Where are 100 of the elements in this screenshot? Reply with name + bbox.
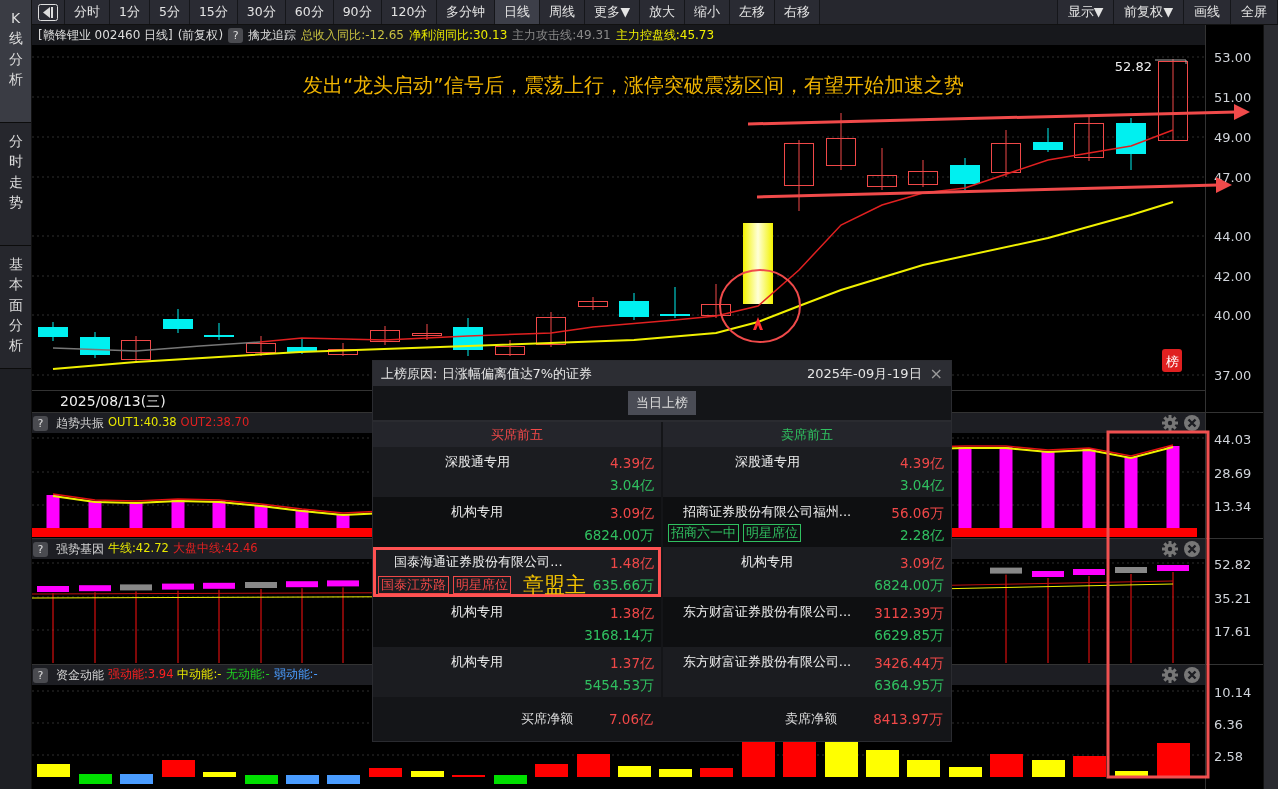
buy-amount: 3.09亿 [898,554,944,573]
toolbar-button[interactable]: 90分 [333,0,382,24]
help-icon[interactable]: ? [33,667,48,683]
sell-amount: 5454.53万 [583,676,654,695]
sell-amount: 6824.00万 [583,526,654,545]
toolbar-button[interactable]: 30分 [237,0,286,24]
toolbar-button[interactable]: 左移 [730,0,775,24]
buy-amount: 3112.39万 [873,604,944,623]
axis-label: 51.00 [1214,90,1252,105]
axis-label: 42.00 [1214,269,1252,284]
indicator-value: 主力攻击线:49.31 [512,27,611,44]
seat-name: 深股通专用 [443,453,511,471]
seat-tag: 国泰江苏路 [378,575,449,594]
toolbar-button[interactable]: 15分 [189,0,238,24]
axis-label: 35.21 [1214,591,1252,606]
total-amount: 8413.97万 [873,709,943,729]
toolbar-button[interactable]: 1分 [110,0,150,24]
buy-amount: 4.39亿 [898,454,944,473]
buy-amount: 56.06万 [890,504,944,523]
indicator-value: 总收入同比:-12.65 [301,27,404,44]
seat-name: 东方财富证券股份有限公司... [681,653,853,671]
sell-amount: 6364.95万 [873,676,944,695]
axis-label: 28.69 [1214,466,1252,481]
buy-amount: 1.48亿 [608,554,654,573]
buy-amount: 1.37亿 [608,654,654,673]
indicator-value: OUT2:38.70 [180,414,250,432]
indicator-value: 弱动能:- [273,666,318,684]
seat-tag: 明星席位 [453,575,511,594]
indicator-value: 强动能:3.94 [108,666,174,684]
seat-name: 东方财富证券股份有限公司... [681,603,853,621]
sell-amount: 3.04亿 [898,476,944,495]
indicator-value: 主力控盘线:45.73 [615,27,715,44]
buy-amount: 4.39亿 [608,454,654,473]
seat-name: 机构专用 [740,553,794,571]
help-icon[interactable]: ? [228,27,244,43]
toolbar-button[interactable]: 分时 [65,0,110,24]
seat-name: 招商证券股份有限公司福州... [681,503,853,521]
annotation-text: 发出“龙头启动”信号后，震荡上行，涨停突破震荡区间，有望开始加速之势 [303,72,964,99]
axis-label: 40.00 [1214,308,1252,323]
axis-label: 53.00 [1214,50,1252,65]
toolbar-button[interactable]: 右移 [775,0,820,24]
date-label: 2025/08/13(三) [60,392,166,411]
sell-amount: 6824.00万 [873,576,944,595]
seat-tag: 招商六一中 [668,523,739,542]
total-label: 卖席净额 [785,710,838,729]
indicator-title: 资金动能 [56,667,104,684]
indicator-title: 趋势共振 [56,415,104,432]
buy-amount: 3426.44万 [873,654,944,673]
seat-tag: 明星席位 [743,523,801,542]
toolbar-button[interactable]: 日线 [495,0,541,24]
toolbar-button[interactable]: 全屏 [1231,0,1278,24]
toolbar-button[interactable]: 多分钟 [437,0,496,24]
adjust-label: (前复权) [177,27,224,44]
indicator-title: 强势基因 [56,541,104,558]
seat-name: 国泰海通证券股份有限公司... [393,553,564,571]
buy-amount: 3.09亿 [608,504,654,523]
axis-label: 37.00 [1214,368,1252,383]
axis-label: 2.58 [1214,749,1243,764]
indicator-value: 无动能:- [225,666,270,684]
note-text: 章盟主 [523,573,586,596]
indicator-value: OUT1:40.38 [108,414,177,432]
sell-amount: 635.66万 [591,576,654,595]
dialog-title: 上榜原因: 日涨幅偏离值达7%的证券 [381,364,593,383]
total-label: 买席净额 [520,710,573,729]
indicator-value: 牛线:42.72 [108,540,169,558]
toolbar-button[interactable]: 画线 [1184,0,1231,24]
sell-amount: 6629.85万 [873,626,944,645]
indicator-value: 中动能:- [177,666,222,684]
price-label: 52.82 [1114,59,1152,74]
seat-name: 机构专用 [450,653,504,671]
toolbar-button[interactable]: 显示▼ [1057,0,1115,24]
toolbar-button[interactable]: 缩小 [685,0,730,24]
sell-amount: 3168.14万 [583,626,654,645]
help-icon[interactable]: ? [33,415,48,431]
sidebar-tab[interactable]: K线分析 [0,0,31,123]
axis-label: 44.00 [1214,229,1252,244]
toolbar-button[interactable]: 周线 [540,0,586,24]
indicator-value: 大盘中线:42.46 [172,540,258,558]
toolbar-button[interactable]: 120分 [381,0,438,24]
toolbar-button[interactable]: 前复权▼ [1114,0,1184,24]
toolbar-button[interactable]: 放大 [640,0,685,24]
close-button[interactable]: × [929,361,943,386]
toolbar-button[interactable]: 更多▼ [585,0,640,24]
axis-label: 44.03 [1214,432,1252,447]
axis-label: 52.82 [1214,557,1252,572]
column-heading: 买席前五 [491,425,543,444]
help-icon[interactable]: ? [33,541,48,557]
toolbar-button[interactable]: 5分 [149,0,190,24]
axis-label: 13.34 [1214,499,1252,514]
seat-name: 机构专用 [450,503,504,521]
chart-title: [赣锋锂业 002460 日线] [38,27,173,44]
seat-name: 机构专用 [450,603,504,621]
column-heading: 卖席前五 [781,425,833,444]
axis-label: 10.14 [1214,685,1252,700]
sidebar-tab[interactable]: 基本面分析 [0,246,31,369]
toolbar-button[interactable]: 60分 [285,0,334,24]
buy-amount: 1.38亿 [608,604,654,623]
sidebar-tab[interactable]: 分时走势 [0,123,31,246]
list-button[interactable]: 当日上榜 [628,391,696,415]
sell-amount: 3.04亿 [608,476,654,495]
